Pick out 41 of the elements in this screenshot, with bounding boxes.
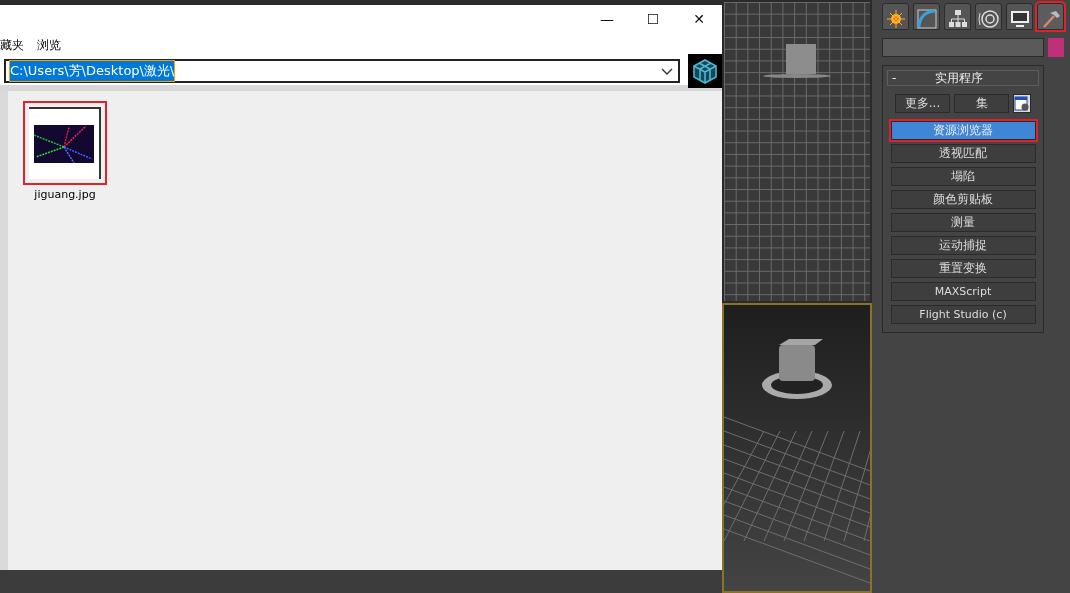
viewcube-icon[interactable] [762,44,832,78]
modify-tab[interactable] [913,3,940,30]
utility-button[interactable]: 透视匹配 [890,144,1036,163]
cube-logo-icon[interactable] [692,58,718,84]
menu-item[interactable]: 藏夹 [0,36,31,54]
minimize-button[interactable]: — [584,5,630,33]
rollout-toggle[interactable]: - [892,69,897,87]
create-tab[interactable] [882,3,909,30]
utility-button[interactable]: 测量 [890,213,1036,232]
address-field[interactable]: C:\Users\芳\Desktop\激光\ [4,59,680,83]
utility-button[interactable]: Flight Studio (c) [890,305,1036,324]
viewcube-icon[interactable] [761,339,833,401]
utility-button[interactable]: 颜色剪贴板 [890,190,1036,209]
file-name: jiguang.jpg [34,187,96,203]
maximize-button[interactable]: ☐ [630,5,676,33]
perspective-viewport[interactable] [722,303,872,593]
utility-button[interactable]: 运动捕捉 [890,236,1036,255]
display-tab[interactable] [1006,3,1033,30]
dropdown-caret-icon[interactable] [660,66,674,76]
sets-button[interactable]: 集 [954,94,1009,113]
menu-item[interactable]: 浏览 [37,36,68,54]
modify-tab-icon [916,7,938,30]
motion-tab[interactable] [975,3,1002,30]
hierarchy-tab-icon [947,7,969,30]
address-text: C:\Users\芳\Desktop\激光\ [10,61,175,81]
more-button[interactable]: 更多... [895,94,950,113]
top-viewport[interactable] [722,0,872,303]
rollout-title: 实用程序 [935,70,985,87]
utilities-tab[interactable] [1037,3,1064,30]
motion-tab-icon [978,7,1000,30]
file-thumbnail[interactable] [25,103,105,183]
utility-button[interactable]: 重置变换 [890,259,1036,278]
create-tab-icon [885,7,907,30]
hierarchy-tab[interactable] [944,3,971,30]
close-button[interactable]: ✕ [676,5,722,33]
object-color-swatch[interactable] [1048,38,1064,57]
utility-button[interactable]: 塌陷 [890,167,1036,186]
photo-placeholder [34,125,94,163]
utility-button[interactable]: MAXScript [890,282,1036,301]
configure-icon[interactable] [1014,95,1030,112]
object-name-field[interactable] [882,38,1044,57]
